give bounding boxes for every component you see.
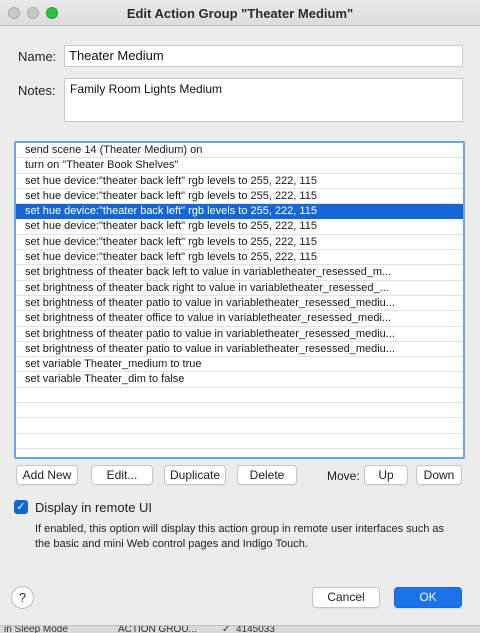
- action-list-item[interactable]: set brightness of theater office to valu…: [16, 311, 463, 327]
- empty-list-row: [16, 388, 463, 404]
- ok-button[interactable]: OK: [394, 587, 462, 608]
- delete-button[interactable]: Delete: [237, 465, 297, 485]
- action-list-item[interactable]: set hue device:"theater back left" rgb l…: [16, 250, 463, 266]
- empty-list-row: [16, 434, 463, 449]
- background-cell: ✓: [222, 625, 231, 633]
- action-list[interactable]: send scene 14 (Theater Medium) on turn on…: [14, 141, 465, 459]
- title-bar: Edit Action Group "Theater Medium": [0, 0, 480, 26]
- duplicate-button[interactable]: Duplicate: [164, 465, 226, 485]
- action-list-item[interactable]: set brightness of theater back right to …: [16, 281, 463, 296]
- background-cell: 4145033: [236, 625, 275, 633]
- action-list-item[interactable]: set hue device:"theater back left" rgb l…: [16, 189, 463, 205]
- background-cell: ACTION GROU...: [118, 625, 197, 633]
- move-label: Move:: [327, 469, 360, 483]
- action-list-item[interactable]: set hue device:"theater back left" rgb l…: [16, 235, 463, 251]
- notes-field[interactable]: Family Room Lights Medium: [64, 78, 463, 122]
- window-title: Edit Action Group "Theater Medium": [126, 6, 354, 21]
- action-list-item[interactable]: set brightness of theater patio to value…: [16, 342, 463, 358]
- add-new-button[interactable]: Add New: [16, 465, 78, 485]
- move-down-button[interactable]: Down: [416, 465, 462, 485]
- empty-list-row: [16, 418, 463, 434]
- display-remote-ui-checkbox[interactable]: ✓: [14, 500, 28, 514]
- empty-list-row: [16, 403, 463, 419]
- cancel-button[interactable]: Cancel: [312, 587, 380, 608]
- action-list-item[interactable]: set brightness of theater patio to value…: [16, 296, 463, 312]
- background-cell: in Sleep Mode: [4, 625, 68, 633]
- action-list-item[interactable]: turn on "Theater Book Shelves": [16, 158, 463, 174]
- action-list-item[interactable]: set brightness of theater back left to v…: [16, 265, 463, 281]
- remote-ui-description: If enabled, this option will display thi…: [35, 523, 445, 550]
- move-up-button[interactable]: Up: [364, 465, 408, 485]
- background-window-strip: in Sleep Mode ACTION GROU... ✓ 4145033: [0, 625, 480, 633]
- action-list-item[interactable]: set variable Theater_medium to true: [16, 357, 463, 373]
- action-list-item[interactable]: set brightness of theater patio to value…: [16, 327, 463, 342]
- action-list-item[interactable]: set variable Theater_dim to false: [16, 372, 463, 388]
- help-button[interactable]: ?: [11, 586, 34, 609]
- name-field[interactable]: Theater Medium: [64, 45, 463, 67]
- action-list-item[interactable]: set hue device:"theater back left" rgb l…: [16, 174, 463, 189]
- action-list-item[interactable]: set hue device:"theater back left" rgb l…: [16, 219, 463, 235]
- display-remote-ui-label: Display in remote UI: [35, 500, 153, 515]
- notes-label: Notes:: [18, 83, 56, 98]
- action-list-item[interactable]: set hue device:"theater back left" rgb l…: [16, 204, 463, 220]
- edit-button[interactable]: Edit...: [91, 465, 153, 485]
- checkmark-icon: ✓: [16, 501, 26, 513]
- name-label: Name:: [18, 49, 57, 64]
- action-list-item[interactable]: send scene 14 (Theater Medium) on: [16, 143, 463, 159]
